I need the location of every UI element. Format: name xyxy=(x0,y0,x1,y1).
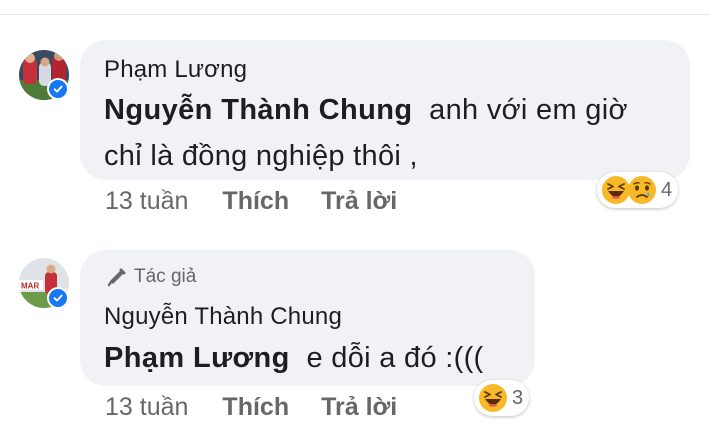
checkmark-icon xyxy=(53,85,63,93)
comment-author[interactable]: Nguyễn Thành Chung xyxy=(104,303,342,331)
reaction-count: 4 xyxy=(661,178,673,201)
mention-link[interactable]: Phạm Lương xyxy=(104,342,290,374)
verified-badge xyxy=(47,78,69,100)
reply-button[interactable]: Trả lời xyxy=(321,393,397,422)
comment-text: Phạm Lương e dỗi a đó :((( xyxy=(104,335,524,381)
reply-button[interactable]: Trả lời xyxy=(321,187,397,216)
svg-text:MAR: MAR xyxy=(21,282,39,291)
checkmark-icon xyxy=(53,294,63,302)
comment-text-line2: chỉ là đồng nghiệp thôi , xyxy=(104,140,418,172)
author-badge-label: Tác giả xyxy=(134,266,197,287)
like-button[interactable]: Thích xyxy=(222,393,289,422)
sad-icon xyxy=(628,176,656,204)
haha-icon xyxy=(479,384,507,412)
comment-author[interactable]: Phạm Lương xyxy=(104,56,247,84)
comment-actions: 13 tuần Thích Trả lời xyxy=(105,393,397,422)
comment-text-line1: e dỗi a đó :((( xyxy=(306,342,484,374)
comment-text: Nguyễn Thành Chung anh với em giờ chỉ là… xyxy=(104,87,690,179)
author-badge: Tác giả xyxy=(106,266,196,288)
verified-badge xyxy=(47,287,69,309)
like-button[interactable]: Thích xyxy=(222,187,289,216)
reaction-summary[interactable]: 3 xyxy=(474,380,530,416)
megaphone-icon xyxy=(107,268,126,287)
comment-text-line1: anh với em giờ xyxy=(429,94,628,126)
mention-link[interactable]: Nguyễn Thành Chung xyxy=(104,94,412,126)
reaction-summary[interactable]: 4 xyxy=(597,172,679,208)
timestamp[interactable]: 13 tuần xyxy=(105,187,188,216)
comment-actions: 13 tuần Thích Trả lời xyxy=(105,187,397,216)
reaction-count: 3 xyxy=(512,386,524,409)
top-divider xyxy=(0,14,710,15)
timestamp[interactable]: 13 tuần xyxy=(105,393,188,422)
